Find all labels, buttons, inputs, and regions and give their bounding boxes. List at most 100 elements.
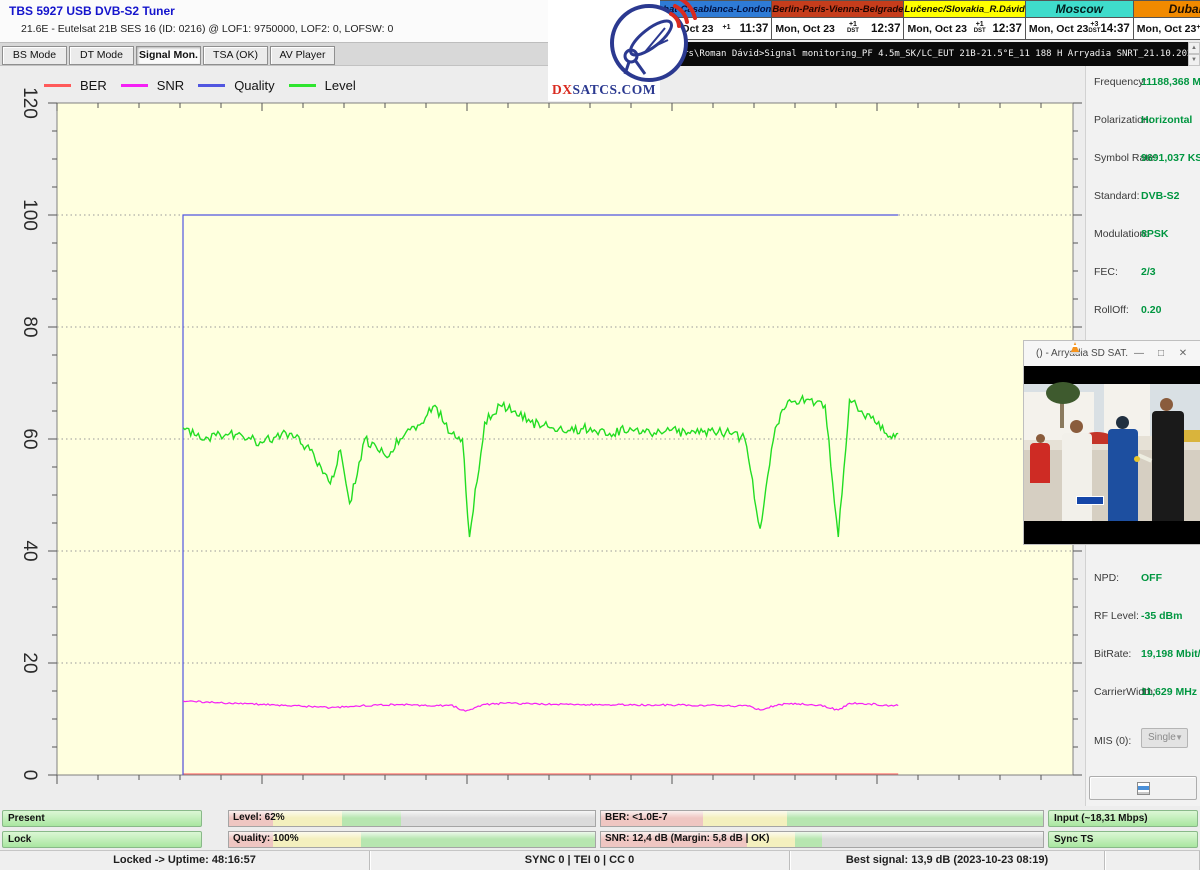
info-value: 19,198 Mbit/s bbox=[1141, 648, 1200, 660]
info-row-carrierwidth: CarrierWidth:11,629 MHz bbox=[1086, 686, 1200, 702]
interviewer-black-shirt bbox=[1152, 411, 1184, 521]
close-button[interactable]: ✕ bbox=[1172, 348, 1194, 359]
minimize-button[interactable]: — bbox=[1128, 348, 1150, 359]
info-label: Frequency: bbox=[1094, 76, 1147, 88]
mis-label: MIS (0): bbox=[1094, 735, 1131, 747]
info-value: 11,629 MHz bbox=[1141, 686, 1197, 698]
microphone-tip bbox=[1134, 456, 1140, 462]
info-label: FEC: bbox=[1094, 266, 1118, 278]
clock-time-value: 12:37 bbox=[871, 23, 900, 35]
video-scene bbox=[1024, 384, 1200, 521]
clock-dubai: DubaiMon, Oct 23+414:37 bbox=[1134, 0, 1200, 40]
vlc-cone-icon bbox=[1069, 341, 1081, 355]
clock-dst-flag: DST bbox=[847, 28, 859, 34]
maximize-button[interactable]: □ bbox=[1150, 348, 1172, 359]
chart-legend: BERSNRQualityLevel bbox=[44, 74, 356, 96]
info-label: Standard: bbox=[1094, 190, 1140, 202]
bar-segment bbox=[787, 811, 1043, 826]
vlc-titlebar[interactable]: () - Arryadia SD SAT... — □ ✕ bbox=[1024, 341, 1200, 366]
person-blue-shirt bbox=[1108, 429, 1138, 521]
tab-signal-mon-[interactable]: Signal Mon. bbox=[136, 46, 201, 65]
y-axis-label: 100 bbox=[14, 199, 40, 231]
bar-label: Quality: 100% bbox=[233, 831, 299, 847]
legend-label: Level bbox=[325, 78, 356, 93]
panel-button[interactable] bbox=[1089, 776, 1197, 800]
clock-time-row: Mon, Oct 23+414:37 bbox=[1134, 18, 1200, 39]
info-label: NPD: bbox=[1094, 572, 1119, 584]
bar-label: Level: 62% bbox=[233, 810, 285, 826]
legend-label: SNR bbox=[157, 78, 184, 93]
tab-bs-mode[interactable]: BS Mode bbox=[2, 46, 67, 65]
info-label: RollOff: bbox=[1094, 304, 1129, 316]
status-indicators: PresentLevel: 62%BER: <1.0E-7Input (~18,… bbox=[0, 810, 1200, 848]
tab-av-player[interactable]: AV Player bbox=[270, 46, 335, 65]
clock-timezone: +1DST bbox=[835, 22, 871, 34]
scroll-down-icon[interactable]: ▼ bbox=[1188, 54, 1200, 66]
clock-lu-enec-slovakia-r-d-vid: Lučenec/Slovakia_R.Dávid Mon, Oct 23+1DST… bbox=[904, 0, 1025, 40]
y-axis-label: 40 bbox=[14, 540, 40, 561]
bottom-status-bar: Locked -> Uptime: 48:16:57SYNC 0 | TEI 0… bbox=[0, 850, 1200, 870]
info-value: 9691,037 KS/s bbox=[1141, 152, 1200, 164]
logo-wordmark: DXSATCS.COM bbox=[548, 82, 660, 98]
legend-line-swatch bbox=[44, 84, 71, 87]
clock-timezone: +4 bbox=[1196, 25, 1200, 31]
bar-segment bbox=[361, 832, 595, 847]
console-scrollbar[interactable]: ▲ ▼ bbox=[1188, 42, 1200, 66]
y-axis-label: 0 bbox=[14, 770, 40, 781]
info-row-frequency: Frequency:11188,368 MHz bbox=[1086, 76, 1200, 92]
legend-label: Quality bbox=[234, 78, 274, 93]
clock-timezone: +1DST bbox=[967, 22, 992, 34]
info-value: 0.20 bbox=[1141, 304, 1161, 316]
mis-dropdown[interactable]: Single▼ bbox=[1141, 728, 1188, 748]
console-command-line[interactable]: :\Users\Roman Dávid>Signal monitoring_PF… bbox=[650, 42, 1188, 66]
chart-canvas bbox=[45, 95, 1085, 795]
person bbox=[1070, 420, 1083, 433]
clock-date: Mon, Oct 23 bbox=[775, 23, 835, 35]
info-value: -35 dBm bbox=[1141, 610, 1182, 622]
info-value: 11188,368 MHz bbox=[1141, 76, 1200, 88]
clock-date: Mon, Oct 23 bbox=[1029, 23, 1089, 35]
info-row-polarization: Polarization:Horizontal bbox=[1086, 114, 1200, 130]
y-axis-label: 120 bbox=[14, 87, 40, 119]
info-value: 2/3 bbox=[1141, 266, 1156, 278]
legend-line-swatch bbox=[121, 84, 148, 87]
lower-third-banner bbox=[1076, 496, 1104, 505]
y-axis-label: 80 bbox=[14, 316, 40, 337]
person-white-shirt bbox=[1062, 433, 1092, 521]
tab-tsa-ok-[interactable]: TSA (OK) bbox=[203, 46, 268, 65]
bar-segment bbox=[703, 811, 787, 826]
satellite-dish-icon bbox=[593, 0, 705, 82]
clock-city-label: Lučenec/Slovakia_R.Dávid bbox=[904, 1, 1024, 18]
bar-segment bbox=[795, 832, 822, 847]
chevron-down-icon: ▼ bbox=[1175, 729, 1183, 747]
stream-list-icon bbox=[1137, 782, 1150, 795]
status-box-input-mbps-: Input (~18,31 Mbps) bbox=[1048, 810, 1198, 827]
clock-dst-flag: DST bbox=[1088, 28, 1100, 34]
clock-date: Mon, Oct 23 bbox=[907, 23, 967, 35]
signal-chart: 120100806040200 bbox=[0, 95, 1085, 795]
y-axis-label: 60 bbox=[14, 428, 40, 449]
status-box-sync-ts: Sync TS bbox=[1048, 831, 1198, 848]
clock-city-label: Moscow bbox=[1026, 1, 1133, 18]
world-clocks: Rabat-Casablanca-LondonMon, Oct 23+111:3… bbox=[650, 0, 1198, 40]
scroll-up-icon[interactable]: ▲ bbox=[1188, 42, 1200, 54]
legend-item-snr: SNR bbox=[121, 78, 184, 93]
tab-dt-mode[interactable]: DT Mode bbox=[69, 46, 134, 65]
person-cap bbox=[1116, 416, 1129, 429]
clock-time-value: 14:37 bbox=[1100, 23, 1129, 35]
clock-timezone: +3DST bbox=[1088, 22, 1100, 34]
info-row-rflevel: RF Level:-35 dBm bbox=[1086, 610, 1200, 626]
video-frame[interactable] bbox=[1024, 366, 1200, 544]
clock-utc-offset: +1 bbox=[723, 25, 731, 31]
status-box-present: Present bbox=[2, 810, 202, 827]
vlc-window-title: () - Arryadia SD SAT... bbox=[1036, 348, 1128, 359]
info-row-fec: FEC: 2/3 bbox=[1086, 266, 1200, 282]
info-row-modulation: Modulation:8PSK bbox=[1086, 228, 1200, 244]
satellite-subtitle: 21.6E - Eutelsat 21B SES 16 (ID: 0216) @… bbox=[21, 23, 393, 35]
legend-line-swatch bbox=[198, 84, 225, 87]
clock-time-value: 12:37 bbox=[992, 23, 1021, 35]
clock-dst-flag: DST bbox=[974, 28, 986, 34]
sync-status: SYNC 0 | TEI 0 | CC 0 bbox=[370, 851, 790, 870]
clock-time-row: Mon, Oct 23+3DST14:37 bbox=[1026, 18, 1133, 39]
bar-segment bbox=[342, 811, 401, 826]
